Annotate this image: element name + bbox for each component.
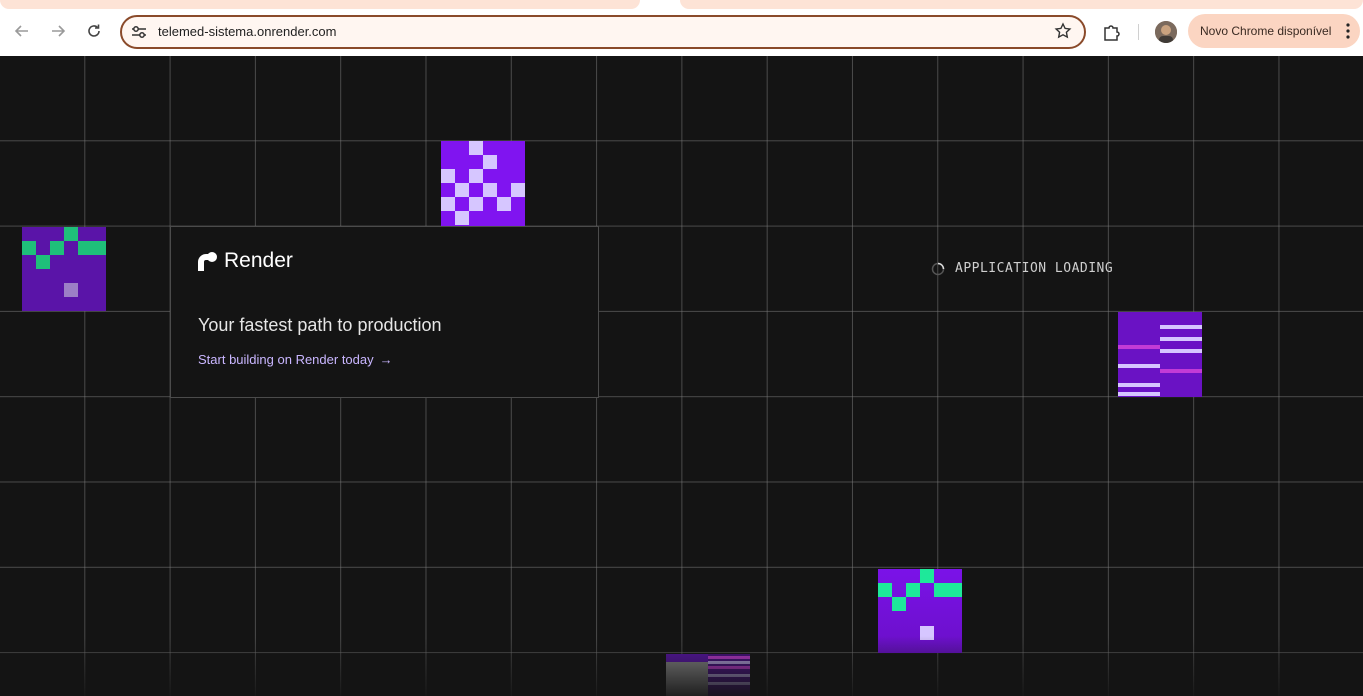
loading-text: APPLICATION LOADING — [955, 261, 1114, 276]
reload-button[interactable] — [79, 16, 109, 46]
tab-strip — [0, 0, 1363, 10]
star-icon[interactable] — [1054, 22, 1072, 40]
pixel-art-tile — [441, 141, 525, 226]
browser-tab[interactable] — [0, 0, 640, 9]
update-label: Novo Chrome disponível — [1200, 24, 1332, 38]
cta-label: Start building on Render today — [198, 352, 374, 367]
avatar-image — [1155, 21, 1177, 43]
start-building-link[interactable]: Start building on Render today → — [198, 352, 393, 367]
loading-status: APPLICATION LOADING — [931, 261, 1113, 276]
profile-avatar[interactable] — [1155, 21, 1177, 43]
chrome-update-button[interactable]: Novo Chrome disponível — [1188, 14, 1360, 48]
toolbar-divider — [1138, 24, 1139, 40]
render-logo-icon — [198, 251, 217, 271]
browser-toolbar: telemed-sistema.onrender.com Novo Chrome… — [0, 10, 1363, 56]
arrow-left-icon — [14, 25, 28, 37]
more-vertical-icon[interactable] — [1346, 23, 1350, 39]
render-promo-card: Render Your fastest path to production S… — [170, 226, 599, 398]
pixel-art-tile — [22, 227, 106, 311]
arrow-right-icon: → — [379, 352, 393, 367]
back-button[interactable] — [7, 16, 37, 46]
pixel-art-tile — [1118, 312, 1202, 397]
spinner-icon — [931, 262, 945, 275]
tune-icon[interactable] — [130, 23, 148, 41]
render-loading-page: Render Your fastest path to production S… — [0, 56, 1363, 696]
bottom-fade — [0, 636, 1363, 696]
headline: Your fastest path to production — [198, 315, 442, 335]
reload-icon — [88, 24, 100, 37]
browser-tab[interactable] — [680, 0, 1363, 9]
render-logo[interactable]: Render — [198, 249, 293, 273]
forward-button[interactable] — [43, 16, 73, 46]
arrow-right-icon — [52, 25, 66, 37]
url-text[interactable]: telemed-sistema.onrender.com — [158, 24, 336, 39]
brand-name: Render — [224, 249, 293, 272]
address-bar[interactable]: telemed-sistema.onrender.com — [120, 15, 1086, 49]
puzzle-icon[interactable] — [1101, 21, 1123, 43]
